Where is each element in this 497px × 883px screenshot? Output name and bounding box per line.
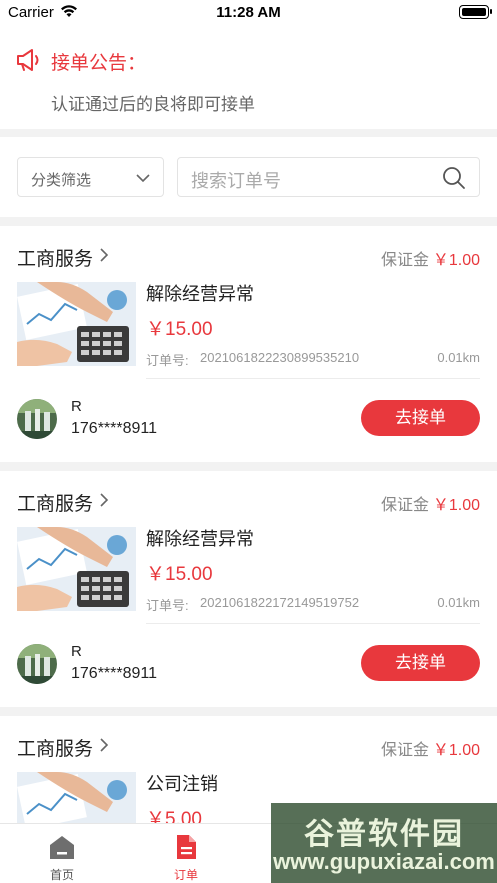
chevron-right-icon [99,738,109,757]
chevron-right-icon [99,248,109,267]
deposit-label: 保证金 [380,252,429,269]
announcement-title: 接单公告： [51,53,147,74]
order-price: ￥15.00 [146,564,213,585]
order-category[interactable]: 工商服务 [17,244,93,271]
tab-orders[interactable]: 订单 [124,824,248,883]
avatar [17,644,57,684]
divider [146,378,480,379]
announcement-panel: 接单公告： 认证通过后的良将即可接单 [0,26,497,129]
service-thumbnail [17,527,136,611]
order-number: 2021061822172149519752 [200,595,360,610]
order-search-input[interactable]: 搜索订单号 [177,157,480,197]
chevron-down-icon [135,170,151,191]
order-card[interactable]: 工商服务 保证金 ￥1.00 解除经营异常 ￥15.00 订单号: 202106… [0,226,497,462]
order-card[interactable]: 工商服务 保证金 ￥1.00 解除经营异常 ￥15.00 订单号: 202106… [0,471,497,707]
order-icon [172,833,200,866]
customer-phone: 176****8911 [71,420,158,437]
status-bar: Carrier 11:28 AM [0,0,497,26]
order-category[interactable]: 工商服务 [17,489,93,516]
order-category[interactable]: 工商服务 [17,734,93,761]
service-name: 解除经营异常 [146,529,254,549]
service-thumbnail [17,772,136,823]
filter-bar: 分类筛选 搜索订单号 [0,137,497,217]
order-distance: 0.01km [437,595,480,610]
category-filter-label: 分类筛选 [31,172,92,189]
order-number: 2021061822230899535210 [200,350,360,365]
customer-name: R [71,398,82,415]
deposit-label: 保证金 [380,742,429,759]
order-price: ￥5.00 [146,809,202,823]
clock: 11:28 AM [216,4,281,21]
deposit-value: ￥1.00 [432,742,480,759]
service-name: 公司注销 [146,774,218,794]
service-thumbnail [17,282,136,366]
accept-order-button[interactable]: 去接单 [361,645,480,681]
home-icon [48,833,76,866]
customer-name: R [71,643,82,660]
battery-icon [459,5,492,19]
service-name: 解除经营异常 [146,284,254,304]
deposit-value: ￥1.00 [432,497,480,514]
divider [146,623,480,624]
megaphone-icon [16,48,42,77]
search-icon[interactable] [441,165,467,196]
category-filter-select[interactable]: 分类筛选 [17,157,164,197]
order-price: ￥15.00 [146,319,213,340]
order-distance: 0.01km [437,350,480,365]
deposit-label: 保证金 [380,497,429,514]
watermark-title: 谷普软件园 [304,818,464,851]
tab-home[interactable]: 首页 [0,824,124,883]
customer-phone: 176****8911 [71,665,158,682]
order-number-label: 订单号: [146,598,189,613]
order-number-label: 订单号: [146,353,189,368]
tab-home-label: 首页 [49,868,74,882]
chevron-right-icon [99,493,109,512]
search-placeholder: 搜索订单号 [191,171,281,191]
tab-orders-label: 订单 [173,868,198,882]
site-watermark: 谷普软件园 www.gupuxiazai.com [271,803,497,883]
accept-order-button[interactable]: 去接单 [361,400,480,436]
announcement-content: 认证通过后的良将即可接单 [51,95,255,114]
watermark-url: www.gupuxiazai.com [273,849,495,874]
avatar [17,399,57,439]
deposit-value: ￥1.00 [432,252,480,269]
